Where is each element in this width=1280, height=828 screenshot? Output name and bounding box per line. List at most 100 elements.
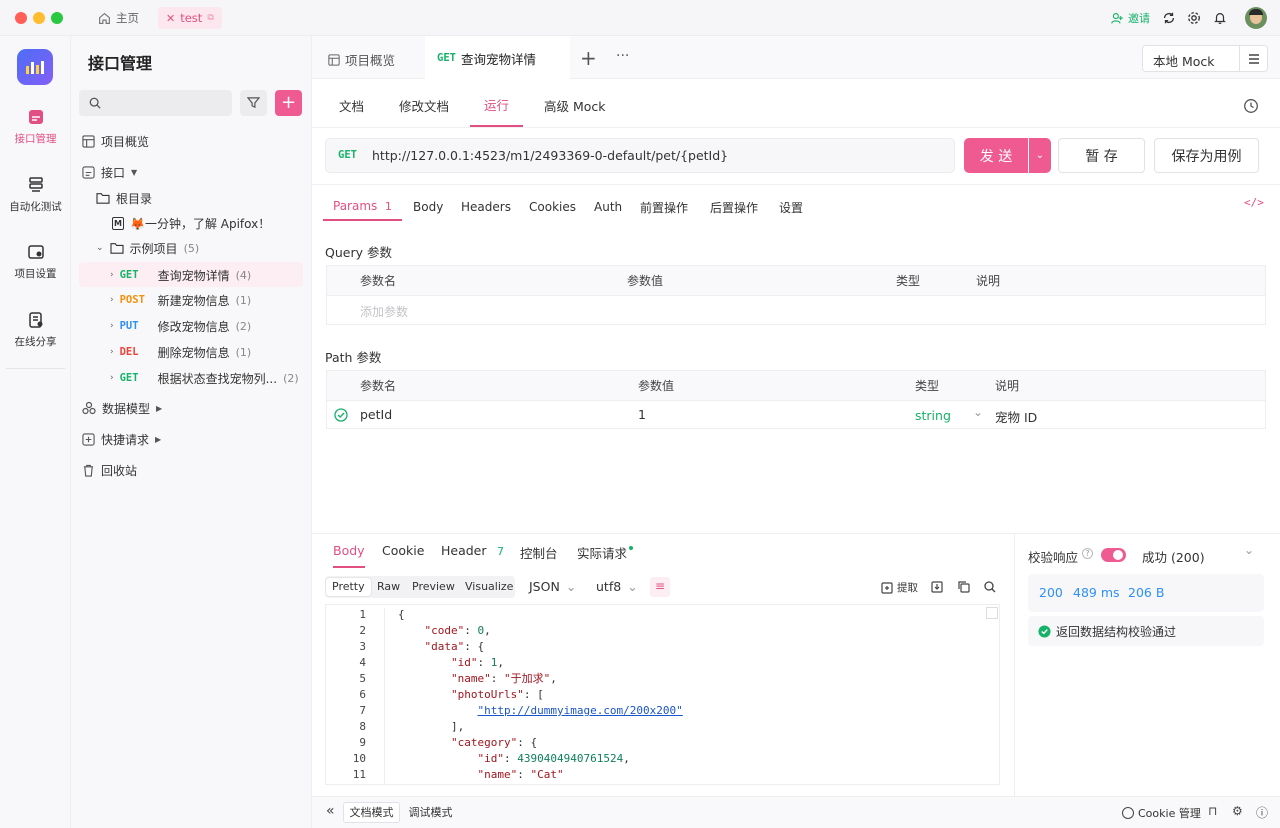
avatar[interactable] xyxy=(1245,7,1267,29)
tree-item-root[interactable]: 根目录 xyxy=(96,186,152,210)
tree-item-intro-doc[interactable]: M 🦊一分钟，了解 Apifox！ xyxy=(112,211,270,235)
line-number: 3 xyxy=(359,640,366,653)
response-tab-1[interactable]: Cookie xyxy=(382,543,424,558)
response-tab-2[interactable]: Header xyxy=(441,543,487,558)
response-tab-0[interactable]: Body xyxy=(333,543,365,568)
rail-item-api-management[interactable]: 接口管理 xyxy=(0,108,71,146)
rail-item-online-share[interactable]: 在线分享 xyxy=(0,311,71,349)
view-button-visualize[interactable]: Visualize xyxy=(459,578,519,596)
add-button[interactable]: + xyxy=(275,90,302,116)
history-icon[interactable] xyxy=(1243,98,1259,114)
save-button[interactable]: 暂 存 xyxy=(1058,138,1145,173)
validate-toggle[interactable] xyxy=(1101,548,1126,562)
response-tab-4[interactable]: 实际请求 xyxy=(577,543,627,562)
param-tab-6[interactable]: 后置操作 xyxy=(710,193,758,221)
rail-item-automation[interactable]: 自动化测试 xyxy=(0,176,71,214)
tree-item-endpoint[interactable]: › POST 新建宠物信息 (1) xyxy=(110,288,251,312)
param-tab-2[interactable]: Headers xyxy=(461,193,511,221)
add-param-input[interactable]: 添加参数 xyxy=(360,303,408,320)
url-input[interactable]: http://127.0.0.1:4523/m1/2493369-0-defau… xyxy=(372,148,728,163)
param-value[interactable]: 1 xyxy=(638,407,646,422)
layout-icon[interactable]: ⊓ xyxy=(1208,804,1217,818)
help-icon[interactable]: ⓘ xyxy=(1256,804,1268,821)
filter-button[interactable] xyxy=(240,90,267,116)
api-icon xyxy=(28,110,43,124)
cookie-manager-button[interactable]: Cookie 管理 xyxy=(1122,805,1201,821)
check-circle-icon xyxy=(1038,624,1051,638)
minimize-window-button[interactable] xyxy=(33,12,45,24)
close-icon[interactable]: ✕ xyxy=(166,12,175,25)
tab-run[interactable]: 运行 xyxy=(470,83,524,127)
doc-mode-button[interactable]: 文档模式 xyxy=(343,802,400,823)
chevron-down-icon[interactable]: ⌄ xyxy=(1244,543,1254,557)
tab-doc[interactable]: 文档 xyxy=(339,83,364,127)
settings-icon[interactable]: ⚙ xyxy=(1232,804,1243,818)
close-window-button[interactable] xyxy=(15,12,27,24)
tab-test[interactable]: ✕ test ⧉ xyxy=(158,7,222,29)
tab-advanced-mock[interactable]: 高级 Mock xyxy=(544,83,606,127)
tree-item-data-model[interactable]: 数据模型 ▶ xyxy=(82,396,162,420)
param-tab-3[interactable]: Cookies xyxy=(529,193,576,221)
collapse-icon[interactable]: « xyxy=(326,803,335,819)
debug-mode-button[interactable]: 调试模式 xyxy=(402,802,459,823)
more-icon[interactable]: ··· xyxy=(616,48,629,64)
new-tab-button[interactable]: + xyxy=(580,46,597,70)
url-bar[interactable]: GET http://127.0.0.1:4523/m1/2493369-0-d… xyxy=(325,138,955,173)
view-button-pretty[interactable]: Pretty xyxy=(326,578,371,596)
param-tab-0[interactable]: Params 1 xyxy=(323,193,402,221)
tree-item-interfaces[interactable]: 接口 ▼ xyxy=(82,160,137,184)
tree-item-overview[interactable]: 项目概览 xyxy=(82,129,149,153)
view-button-preview[interactable]: Preview xyxy=(406,578,461,596)
response-tab-3[interactable]: 控制台 xyxy=(520,543,558,562)
param-desc[interactable]: 宠物 ID xyxy=(995,407,1037,426)
tree-item-endpoint[interactable]: › GET 根据状态查找宠物列... (2) xyxy=(110,366,299,390)
code-editor[interactable]: 1 2 3 4 5 6 7 8 9 10 11 { "code": 0, "data": { "id… xyxy=(325,604,1000,785)
copy-icon: ⧉ xyxy=(207,13,214,23)
validate-status[interactable]: 成功 (200) xyxy=(1142,547,1205,566)
param-tab-4[interactable]: Auth xyxy=(594,193,622,221)
line-number: 7 xyxy=(359,704,366,717)
rail-item-project-settings[interactable]: 项目设置 xyxy=(0,243,71,281)
download-icon[interactable] xyxy=(931,581,943,593)
param-tab-5[interactable]: 前置操作 xyxy=(640,193,688,221)
invite-button[interactable]: 邀请 xyxy=(1111,8,1150,28)
line-number: 9 xyxy=(359,736,366,749)
tree-item-endpoint[interactable]: › PUT 修改宠物信息 (2) xyxy=(110,314,251,338)
param-tab-1[interactable]: Body xyxy=(413,193,443,221)
code-icon[interactable]: </> xyxy=(1244,196,1264,209)
tab-project-overview[interactable]: 项目概览 xyxy=(328,50,395,69)
save-as-case-button[interactable]: 保存为用例 xyxy=(1154,138,1259,173)
tab-active-endpoint[interactable]: GET 查询宠物详情 xyxy=(425,36,570,80)
encoding-select[interactable]: utf8 ⌄ xyxy=(596,579,638,594)
send-button[interactable]: 发 送 xyxy=(964,138,1028,173)
extract-button[interactable]: 提取 xyxy=(881,580,918,595)
scrollbar[interactable] xyxy=(986,607,998,619)
send-options-button[interactable]: ⌄ xyxy=(1029,138,1051,173)
request-method[interactable]: GET xyxy=(338,149,370,161)
menu-icon[interactable] xyxy=(1248,53,1260,65)
format-select[interactable]: JSON ⌄ xyxy=(529,579,576,594)
tree-item-quick-request[interactable]: 快捷请求 ▶ xyxy=(82,427,161,451)
param-type[interactable]: string xyxy=(915,408,951,423)
copy-icon[interactable] xyxy=(958,581,970,593)
wrap-toggle-button[interactable]: ≡ xyxy=(650,577,670,597)
tree-item-recycle-bin[interactable]: 回收站 xyxy=(82,458,137,482)
sync-icon[interactable] xyxy=(1162,11,1176,25)
view-button-raw[interactable]: Raw xyxy=(371,578,406,596)
search-input[interactable] xyxy=(79,90,232,116)
chevron-down-icon[interactable]: ⌄ xyxy=(973,405,983,419)
env-selector[interactable]: 本地 Mock xyxy=(1142,45,1268,72)
tree-item-endpoint[interactable]: › GET 查询宠物详情 (4) xyxy=(110,263,251,287)
tab-edit-doc[interactable]: 修改文档 xyxy=(399,83,449,127)
gear-icon[interactable] xyxy=(1187,11,1201,25)
tree-item-sample-folder[interactable]: ⌄ 示例项目 (5) xyxy=(96,236,199,260)
search-icon[interactable] xyxy=(984,581,996,593)
check-circle-icon[interactable] xyxy=(334,408,348,422)
tab-home[interactable]: 主页 xyxy=(92,7,145,29)
help-icon[interactable]: ? xyxy=(1082,548,1093,559)
maximize-window-button[interactable] xyxy=(51,12,63,24)
param-tab-7[interactable]: 设置 xyxy=(779,193,803,221)
param-name[interactable]: petId xyxy=(360,407,392,422)
tree-item-endpoint[interactable]: › DEL 删除宠物信息 (1) xyxy=(110,340,251,364)
bell-icon[interactable] xyxy=(1213,11,1227,25)
